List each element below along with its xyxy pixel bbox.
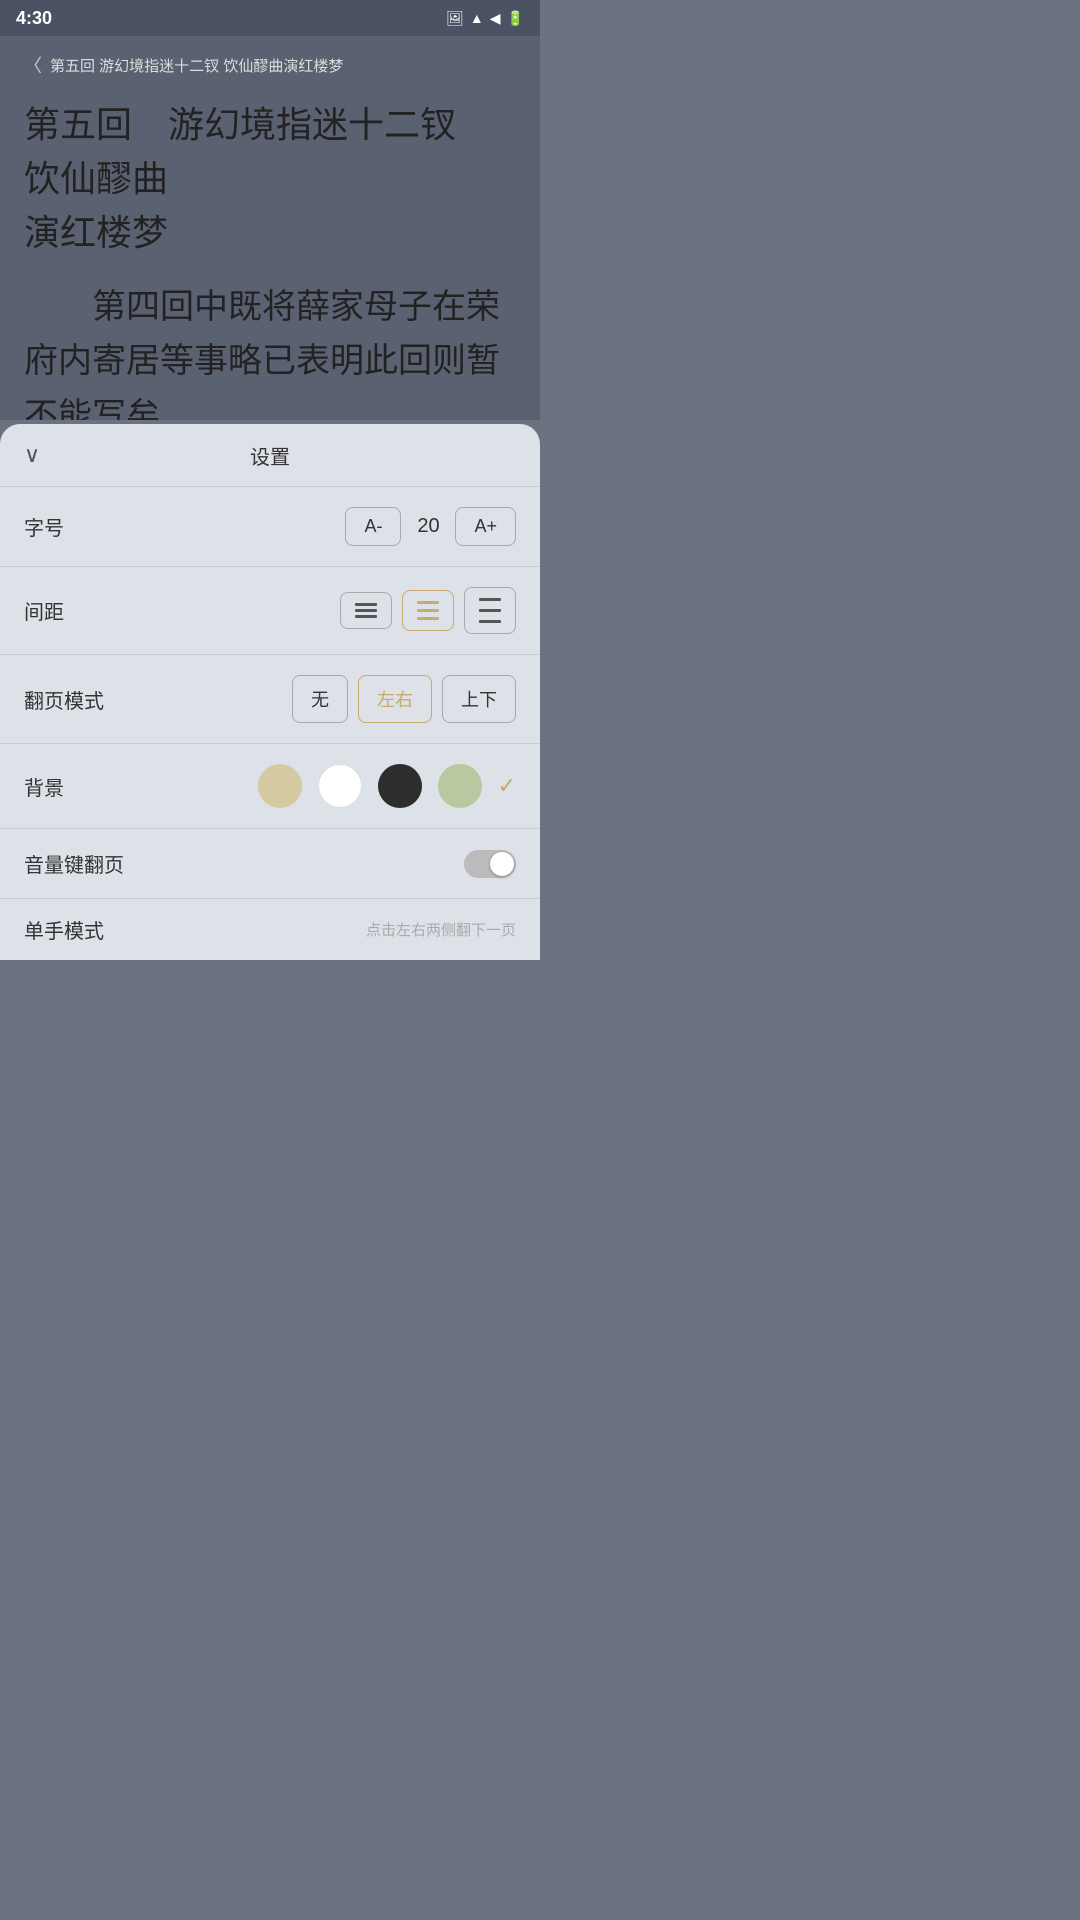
settings-header: ∨ 设置 — [0, 424, 540, 487]
chapter-title: 第五回 游幻境指迷十二钗 饮仙醪曲 演红楼梦 — [24, 98, 516, 260]
bg-controls: ✓ — [258, 764, 516, 808]
volume-flip-label: 音量键翻页 — [24, 849, 124, 878]
single-hand-hint: 点击左右两侧翻下一页 — [366, 919, 516, 940]
pagemode-controls: 无 左右 上下 — [292, 675, 516, 723]
photo-icon: 🖼 — [446, 10, 464, 27]
status-bar: 4:30 🖼 ▲ ◀ 🔋 — [0, 0, 540, 36]
pagemode-none-button[interactable]: 无 — [292, 675, 348, 723]
signal-icon: ◀ — [490, 10, 501, 27]
wifi-icon: ▲ — [470, 10, 484, 26]
pagemode-leftright-button[interactable]: 左右 — [358, 675, 432, 723]
bg-green-button[interactable] — [438, 764, 482, 808]
bg-tan-button[interactable] — [258, 764, 302, 808]
back-arrow-icon[interactable]: 〈 — [24, 52, 42, 78]
font-size-label: 字号 — [24, 512, 64, 541]
background-label: 背景 — [24, 772, 64, 801]
volume-flip-row: 音量键翻页 — [0, 829, 540, 899]
font-size-controls: A- 20 A+ — [345, 507, 516, 546]
font-size-value: 20 — [413, 515, 443, 538]
toggle-knob — [490, 852, 514, 876]
font-decrease-button[interactable]: A- — [345, 507, 401, 546]
page-mode-label: 翻页模式 — [24, 685, 104, 714]
battery-icon: 🔋 — [507, 10, 524, 27]
spacing-controls — [340, 587, 516, 634]
spacing-label: 间距 — [24, 596, 64, 625]
single-hand-label: 单手模式 — [24, 915, 104, 944]
settings-panel: ∨ 设置 字号 A- 20 A+ 间距 — [0, 424, 540, 960]
font-size-row: 字号 A- 20 A+ — [0, 487, 540, 567]
spacing-medium-button[interactable] — [402, 590, 454, 631]
reading-area: 〈 第五回 游幻境指迷十二钗 饮仙醪曲演红楼梦 第五回 游幻境指迷十二钗 饮仙醪… — [0, 36, 540, 420]
status-time: 4:30 — [16, 8, 52, 29]
breadcrumb[interactable]: 〈 第五回 游幻境指迷十二钗 饮仙醪曲演红楼梦 — [24, 52, 516, 78]
bg-dark-button[interactable] — [378, 764, 422, 808]
page-mode-row: 翻页模式 无 左右 上下 — [0, 655, 540, 744]
volume-flip-toggle-container — [464, 850, 516, 878]
settings-title: 设置 — [250, 441, 290, 470]
collapse-button[interactable]: ∨ — [24, 442, 40, 468]
status-icons: 🖼 ▲ ◀ 🔋 — [446, 10, 524, 27]
spacing-row: 间距 — [0, 567, 540, 655]
font-increase-button[interactable]: A+ — [455, 507, 516, 546]
spacing-tight-button[interactable] — [340, 592, 392, 629]
volume-flip-toggle[interactable] — [464, 850, 516, 878]
bg-white-button[interactable] — [318, 764, 362, 808]
chapter-content: 第四回中既将薛家母子在荣府内寄居等事略已表明此回则暂不能写矣. — [24, 280, 516, 420]
single-hand-row: 单手模式 点击左右两侧翻下一页 — [0, 899, 540, 960]
pagemode-updown-button[interactable]: 上下 — [442, 675, 516, 723]
bg-checkmark-icon: ✓ — [498, 773, 516, 799]
background-row: 背景 ✓ — [0, 744, 540, 829]
breadcrumb-text: 第五回 游幻境指迷十二钗 饮仙醪曲演红楼梦 — [50, 55, 343, 76]
spacing-loose-button[interactable] — [464, 587, 516, 634]
